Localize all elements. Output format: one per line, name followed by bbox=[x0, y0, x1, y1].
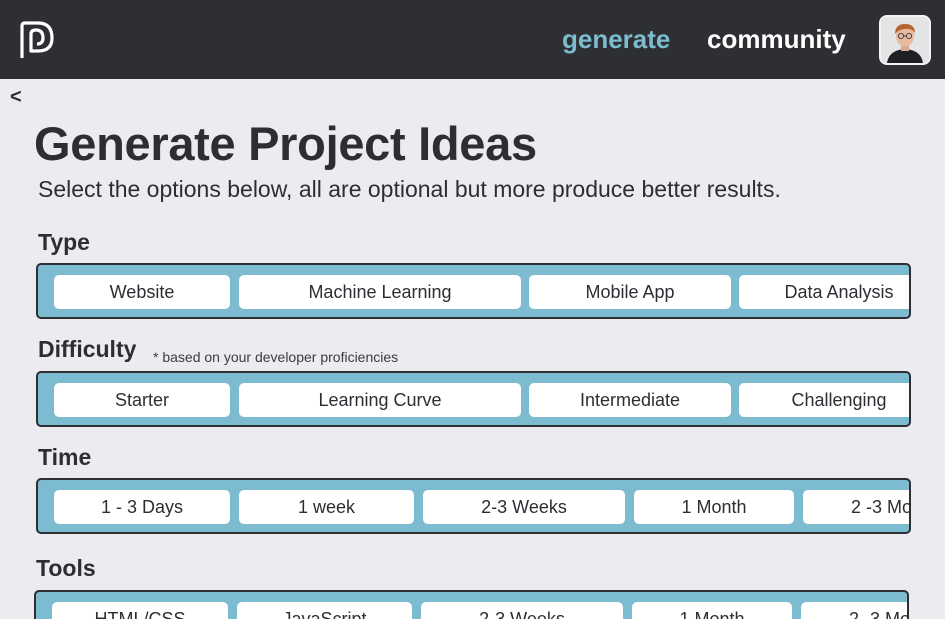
time-option-2-3-months[interactable]: 2 -3 Mo bbox=[803, 490, 909, 524]
nav-community-link[interactable]: community bbox=[707, 22, 846, 56]
time-options: 1 - 3 Days 1 week 2-3 Weeks 1 Month 2 -3… bbox=[36, 478, 911, 534]
tools-option-html-css[interactable]: HTML/CSS bbox=[52, 602, 228, 619]
time-option-2-3-weeks[interactable]: 2-3 Weeks bbox=[423, 490, 625, 524]
type-option-data-analysis[interactable]: Data Analysis bbox=[739, 275, 909, 309]
tools-options: HTML/CSS JavaScript 2-3 Weeks 1 Month 2 … bbox=[34, 590, 909, 619]
difficulty-option-starter[interactable]: Starter bbox=[54, 383, 230, 417]
time-option-1-week[interactable]: 1 week bbox=[239, 490, 414, 524]
time-option-1-3-days[interactable]: 1 - 3 Days bbox=[54, 490, 230, 524]
tools-option-javascript[interactable]: JavaScript bbox=[237, 602, 412, 619]
type-option-machine-learning[interactable]: Machine Learning bbox=[239, 275, 521, 309]
page-title: Generate Project Ideas bbox=[34, 117, 537, 170]
tools-option-2-3-months[interactable]: 2 -3 Mo bbox=[801, 602, 907, 619]
difficulty-options: Starter Learning Curve Intermediate Chal… bbox=[36, 371, 911, 427]
tools-option-2-3-weeks[interactable]: 2-3 Weeks bbox=[421, 602, 623, 619]
tools-option-1-month[interactable]: 1 Month bbox=[632, 602, 792, 619]
difficulty-label: Difficulty bbox=[38, 336, 137, 362]
type-option-mobile-app[interactable]: Mobile App bbox=[529, 275, 731, 309]
top-nav-bar: generate community bbox=[0, 0, 945, 79]
logo-icon[interactable] bbox=[18, 20, 56, 60]
difficulty-option-learning-curve[interactable]: Learning Curve bbox=[239, 383, 521, 417]
difficulty-option-challenging[interactable]: Challenging bbox=[739, 383, 909, 417]
nav-generate-link[interactable]: generate bbox=[562, 22, 670, 56]
time-option-1-month[interactable]: 1 Month bbox=[634, 490, 794, 524]
difficulty-option-intermediate[interactable]: Intermediate bbox=[529, 383, 731, 417]
avatar-person-icon bbox=[881, 17, 929, 63]
difficulty-note: * based on your developer proficiencies bbox=[153, 349, 399, 365]
back-button[interactable]: < bbox=[10, 86, 22, 109]
type-label: Type bbox=[38, 229, 90, 255]
type-option-website[interactable]: Website bbox=[54, 275, 230, 309]
type-options: Website Machine Learning Mobile App Data… bbox=[36, 263, 911, 319]
time-label: Time bbox=[38, 444, 92, 470]
user-avatar[interactable] bbox=[879, 15, 931, 65]
page-subtitle: Select the options below, all are option… bbox=[38, 176, 781, 202]
tools-label: Tools bbox=[36, 555, 96, 581]
